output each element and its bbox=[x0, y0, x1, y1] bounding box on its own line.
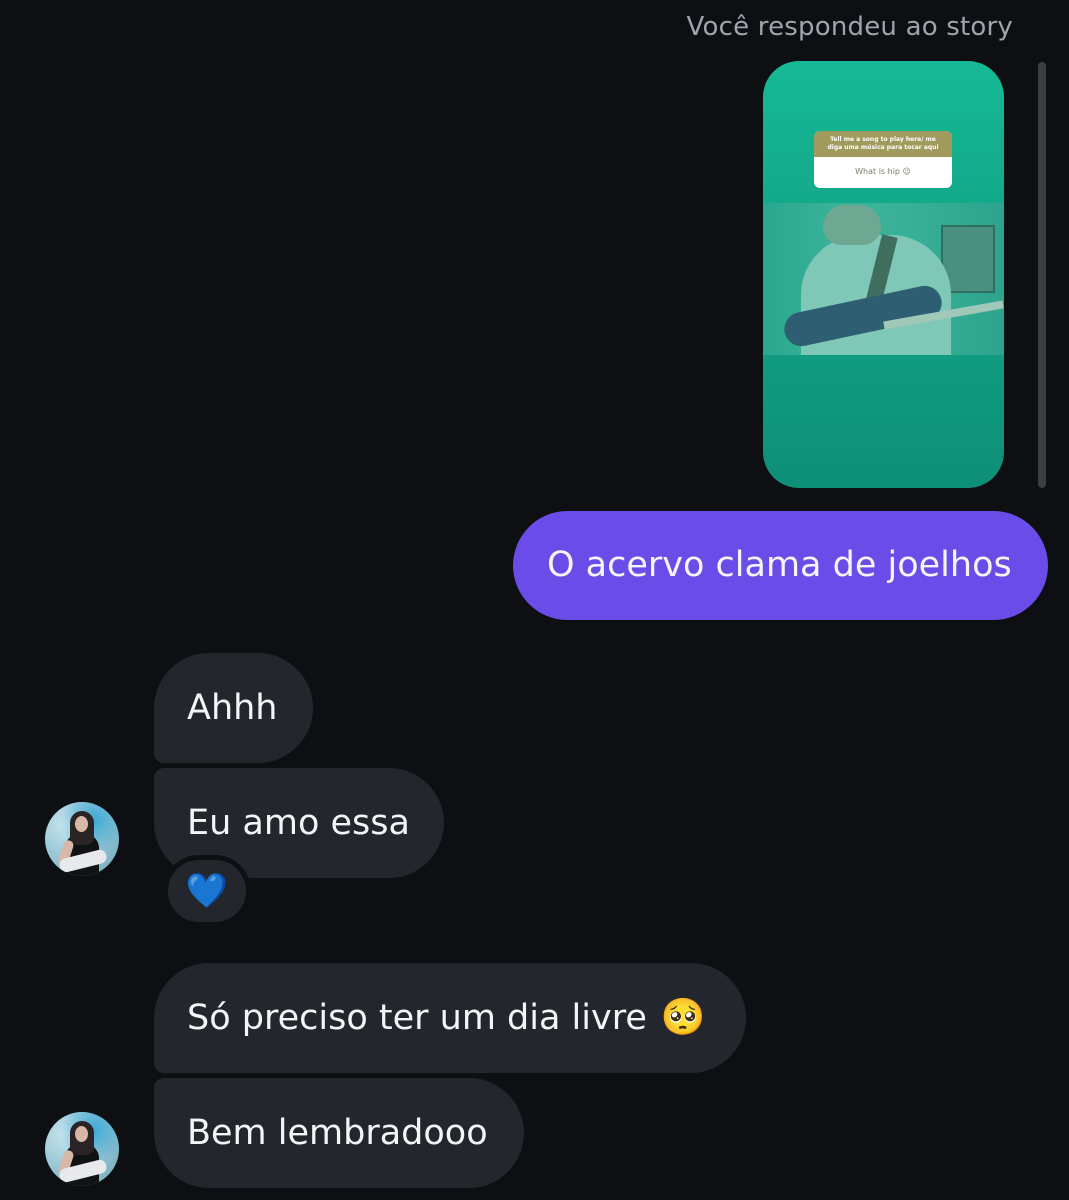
question-sticker: Tell me a song to play here/ me diga uma… bbox=[814, 131, 952, 188]
question-sticker-prompt: Tell me a song to play here/ me diga uma… bbox=[814, 131, 952, 157]
story-preview[interactable]: Tell me a song to play here/ me diga uma… bbox=[763, 61, 1004, 488]
question-sticker-answer: What is hip 😉 bbox=[855, 167, 911, 176]
contact-avatar[interactable] bbox=[45, 1112, 119, 1186]
incoming-message-bubble[interactable]: Ahhh bbox=[154, 653, 313, 763]
avatar-face bbox=[75, 816, 88, 832]
story-reply-caption: Você respondeu ao story bbox=[686, 12, 1013, 42]
photo-person-head bbox=[823, 205, 881, 245]
blue-heart-reaction[interactable]: 💙 bbox=[163, 855, 251, 927]
incoming-message-text: Eu amo essa bbox=[187, 802, 410, 843]
direct-message-thread: Você respondeu ao story Tell me a song t… bbox=[0, 0, 1069, 1200]
incoming-message-bubble[interactable]: Bem lembradooo bbox=[154, 1078, 524, 1188]
contact-avatar[interactable] bbox=[45, 802, 119, 876]
pleading-face-icon: 🥺 bbox=[660, 997, 706, 1038]
outgoing-message-text: O acervo clama de joelhos bbox=[547, 545, 1012, 585]
incoming-message-text: Ahhh bbox=[187, 687, 278, 728]
scrollbar[interactable] bbox=[1038, 62, 1046, 488]
blue-heart-icon: 💙 bbox=[185, 871, 229, 911]
incoming-message-bubble[interactable]: Só preciso ter um dia livre 🥺 bbox=[154, 963, 746, 1073]
incoming-message-text: Só preciso ter um dia livre bbox=[187, 997, 647, 1038]
story-photo bbox=[763, 203, 1004, 355]
incoming-message-text: Bem lembradooo bbox=[187, 1112, 488, 1153]
outgoing-message-bubble[interactable]: O acervo clama de joelhos bbox=[513, 511, 1048, 620]
avatar-face bbox=[75, 1126, 88, 1142]
